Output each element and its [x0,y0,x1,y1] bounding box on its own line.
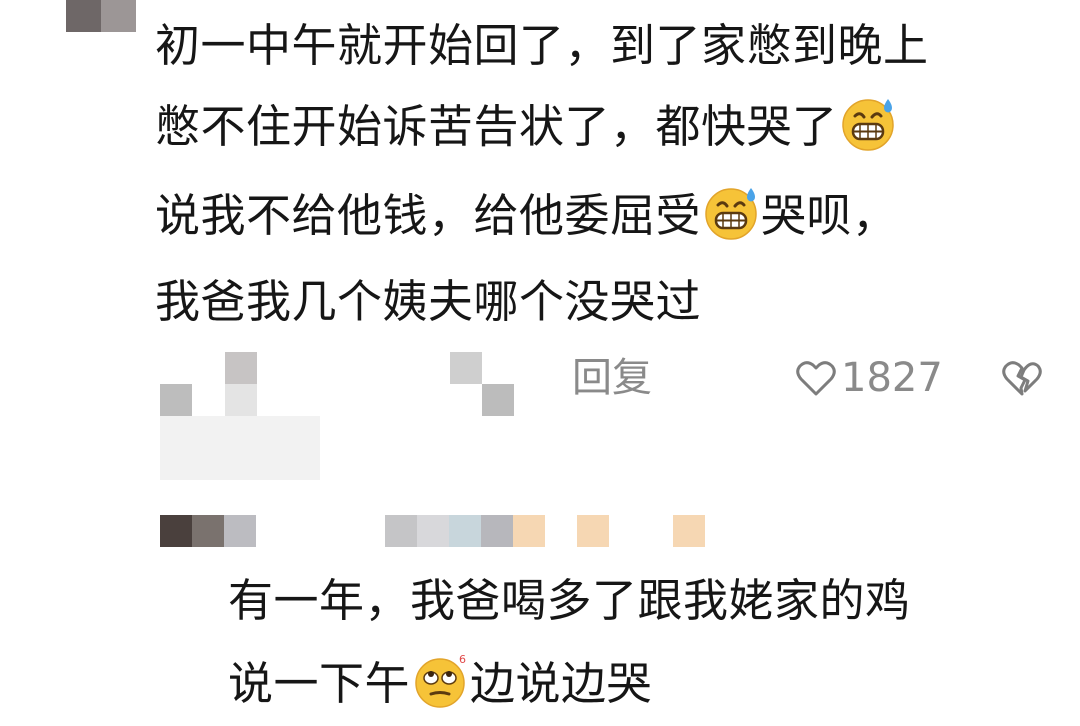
reply-button[interactable]: 回复 [572,356,652,400]
reply-body: 有一年，我爸喝多了跟我姥家的鸡 说一下午 6 边说边哭 [228,575,1048,725]
reply-text: 说一下午 [228,657,411,710]
comment-line-1: 初一中午就开始回了，到了家憋到晚上 [155,20,929,72]
grinning-sweat-emoji [840,96,896,152]
like-count: 1827 [841,355,943,401]
grinning-sweat-emoji [703,185,759,241]
comment-text: 哭呗， [761,189,898,242]
reply-text: 有一年，我爸喝多了跟我姥家的鸡 [228,574,911,627]
comment-line-3: 说我不给他钱，给他委屈受 哭呗， [155,185,898,242]
eye-roll-emoji: 6 [412,653,468,709]
comment-text: 我爸我几个姨夫哪个没哭过 [155,275,702,328]
reply-line-1: 有一年，我爸喝多了跟我姥家的鸡 [228,575,911,627]
comment-body: 初一中午就开始回了，到了家憋到晚上 憋不住开始诉苦告状了，都快哭了 说我不给他钱… [155,20,1055,330]
dislike-button[interactable] [1000,358,1044,398]
heart-outline-icon [795,358,837,398]
reply-line-2: 说一下午 6 边说边哭 [228,653,652,710]
pixelated-reply-header [160,515,720,547]
comment-text: 说我不给他钱，给他委屈受 [155,189,702,242]
svg-text:6: 6 [459,653,467,666]
comment-line-2: 憋不住开始诉苦告状了，都快哭了 [155,96,898,153]
comment-text: 初一中午就开始回了，到了家憋到晚上 [155,19,929,72]
broken-heart-icon [1000,358,1044,398]
like-button[interactable]: 1827 [795,356,943,400]
reply-label: 回复 [572,355,652,401]
reply-text: 边说边哭 [470,657,653,710]
pixelated-reply-area [160,352,520,482]
comment-line-4: 我爸我几个姨夫哪个没哭过 [155,276,701,328]
pixelated-avatar-top [66,0,136,32]
comment-text: 憋不住开始诉苦告状了，都快哭了 [155,100,838,153]
